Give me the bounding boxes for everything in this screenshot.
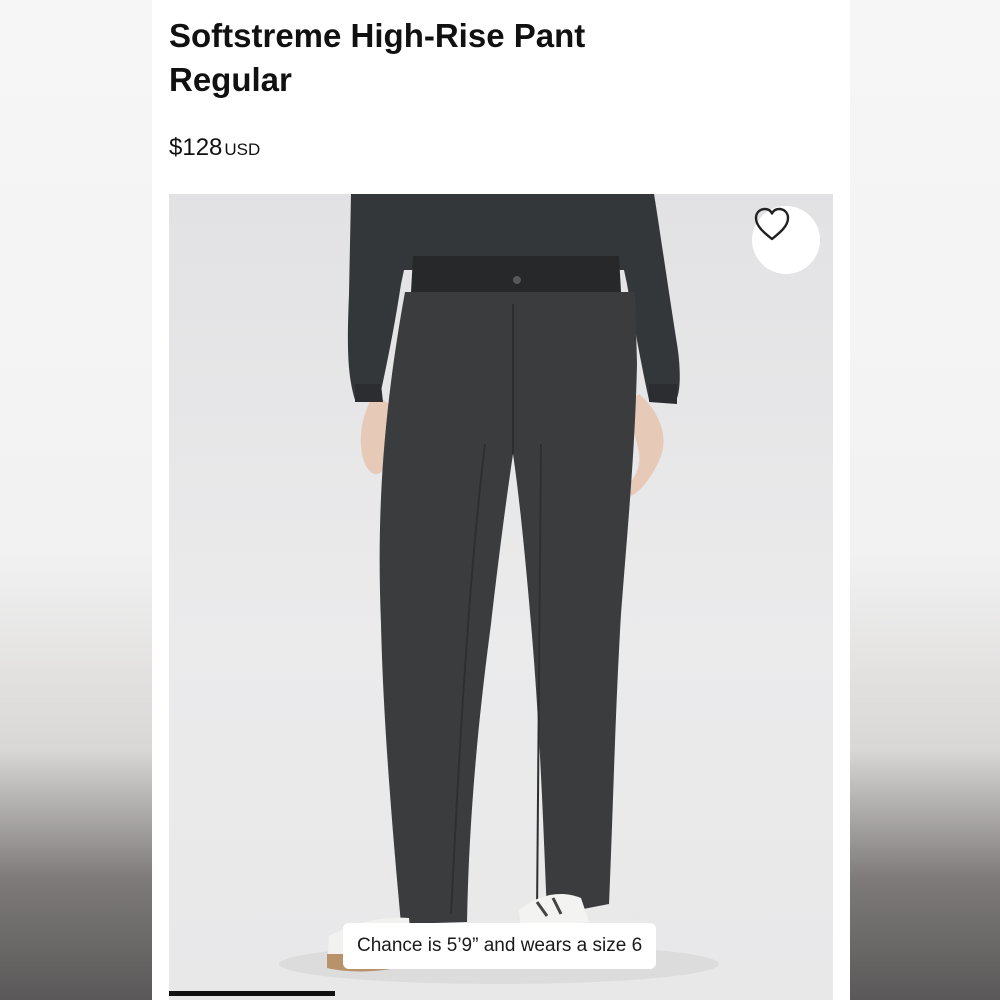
price-amount: $128 bbox=[169, 134, 223, 161]
product-title-line1: Softstreme High-Rise Pant bbox=[169, 17, 586, 54]
background-blur-left bbox=[0, 0, 152, 1000]
background-blur-right bbox=[850, 0, 1000, 1000]
favorite-button[interactable] bbox=[752, 206, 820, 274]
gallery-progress-bar bbox=[169, 991, 833, 1000]
gallery-progress-fill bbox=[169, 991, 335, 996]
product-price: $128 USD bbox=[169, 132, 260, 166]
product-title-line2: Regular bbox=[169, 61, 292, 98]
product-page: Softstreme High-Rise Pant Regular $128 US… bbox=[152, 0, 850, 1000]
heart-outline-icon bbox=[754, 207, 790, 241]
price-currency: USD bbox=[224, 140, 261, 159]
product-image-gallery[interactable]: Chance is 5’9” and wears a size 6 bbox=[169, 194, 833, 1000]
product-image bbox=[279, 194, 719, 984]
product-title: Softstreme High-Rise Pant Regular bbox=[169, 14, 769, 102]
model-size-caption: Chance is 5’9” and wears a size 6 bbox=[343, 923, 657, 969]
